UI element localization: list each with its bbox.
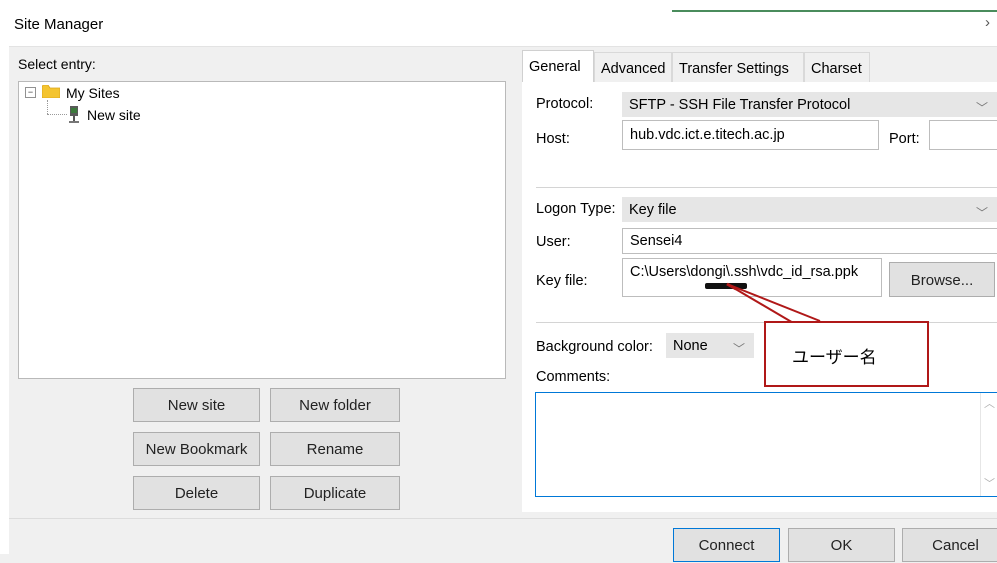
- tree-connector: [47, 100, 48, 114]
- chevron-down-icon: ﹀: [975, 101, 988, 115]
- comments-textarea[interactable]: [535, 392, 997, 497]
- port-input[interactable]: [929, 120, 997, 150]
- duplicate-button[interactable]: Duplicate: [270, 476, 400, 510]
- background-color-label: Background color:: [536, 339, 653, 355]
- protocol-label: Protocol:: [536, 96, 594, 112]
- separator: [536, 187, 997, 188]
- background-window-edge: [672, 10, 997, 12]
- annotation-username-box: ユーザー名: [764, 321, 929, 387]
- close-icon[interactable]: ›: [985, 14, 990, 31]
- connect-button[interactable]: Connect: [673, 528, 780, 562]
- left-edge-strip: [0, 46, 9, 554]
- cancel-button[interactable]: Cancel: [902, 528, 997, 562]
- background-color-value: None: [673, 338, 708, 354]
- host-label: Host:: [536, 131, 570, 147]
- select-entry-label: Select entry:: [18, 56, 96, 72]
- scroll-down-icon[interactable]: ﹀: [984, 475, 995, 491]
- host-input[interactable]: hub.vdc.ict.e.titech.ac.jp: [622, 120, 879, 150]
- tree-item-my-sites[interactable]: My Sites: [66, 85, 120, 101]
- collapse-toggle-icon[interactable]: −: [25, 87, 36, 98]
- scroll-up-icon[interactable]: ︿: [984, 395, 995, 411]
- rename-button[interactable]: Rename: [270, 432, 400, 466]
- logon-type-label: Logon Type:: [536, 201, 616, 217]
- port-label: Port:: [889, 131, 920, 147]
- logon-type-value: Key file: [629, 202, 677, 218]
- user-input[interactable]: Sensei4: [622, 228, 997, 254]
- tab-charset[interactable]: Charset: [804, 52, 870, 82]
- site-icon: [69, 106, 79, 123]
- logon-type-select[interactable]: Key file ﹀: [622, 197, 997, 222]
- new-folder-button[interactable]: New folder: [270, 388, 400, 422]
- new-bookmark-button[interactable]: New Bookmark: [133, 432, 260, 466]
- protocol-value: SFTP - SSH File Transfer Protocol: [629, 97, 851, 113]
- key-file-label: Key file:: [536, 273, 588, 289]
- chevron-down-icon: ﹀: [975, 206, 988, 220]
- tree-item-new-site[interactable]: New site: [87, 107, 141, 123]
- delete-button[interactable]: Delete: [133, 476, 260, 510]
- tab-advanced[interactable]: Advanced: [594, 52, 672, 82]
- chevron-down-icon: ﹀: [732, 342, 745, 356]
- folder-icon: [42, 85, 60, 98]
- user-label: User:: [536, 234, 571, 250]
- footer-separator: [9, 518, 997, 519]
- comments-label: Comments:: [536, 369, 611, 385]
- new-site-button[interactable]: New site: [133, 388, 260, 422]
- background-color-select[interactable]: None ﹀: [666, 333, 754, 358]
- title-bar: [0, 0, 997, 47]
- ok-button[interactable]: OK: [788, 528, 895, 562]
- site-tree[interactable]: − My Sites New site: [18, 81, 506, 379]
- comments-scrollbar[interactable]: ︿ ﹀: [980, 393, 997, 496]
- tab-general[interactable]: General: [522, 50, 594, 82]
- tree-connector: [47, 114, 67, 115]
- tab-transfer-settings[interactable]: Transfer Settings: [672, 52, 804, 82]
- protocol-select[interactable]: SFTP - SSH File Transfer Protocol ﹀: [622, 92, 997, 117]
- window-title: Site Manager: [14, 16, 104, 33]
